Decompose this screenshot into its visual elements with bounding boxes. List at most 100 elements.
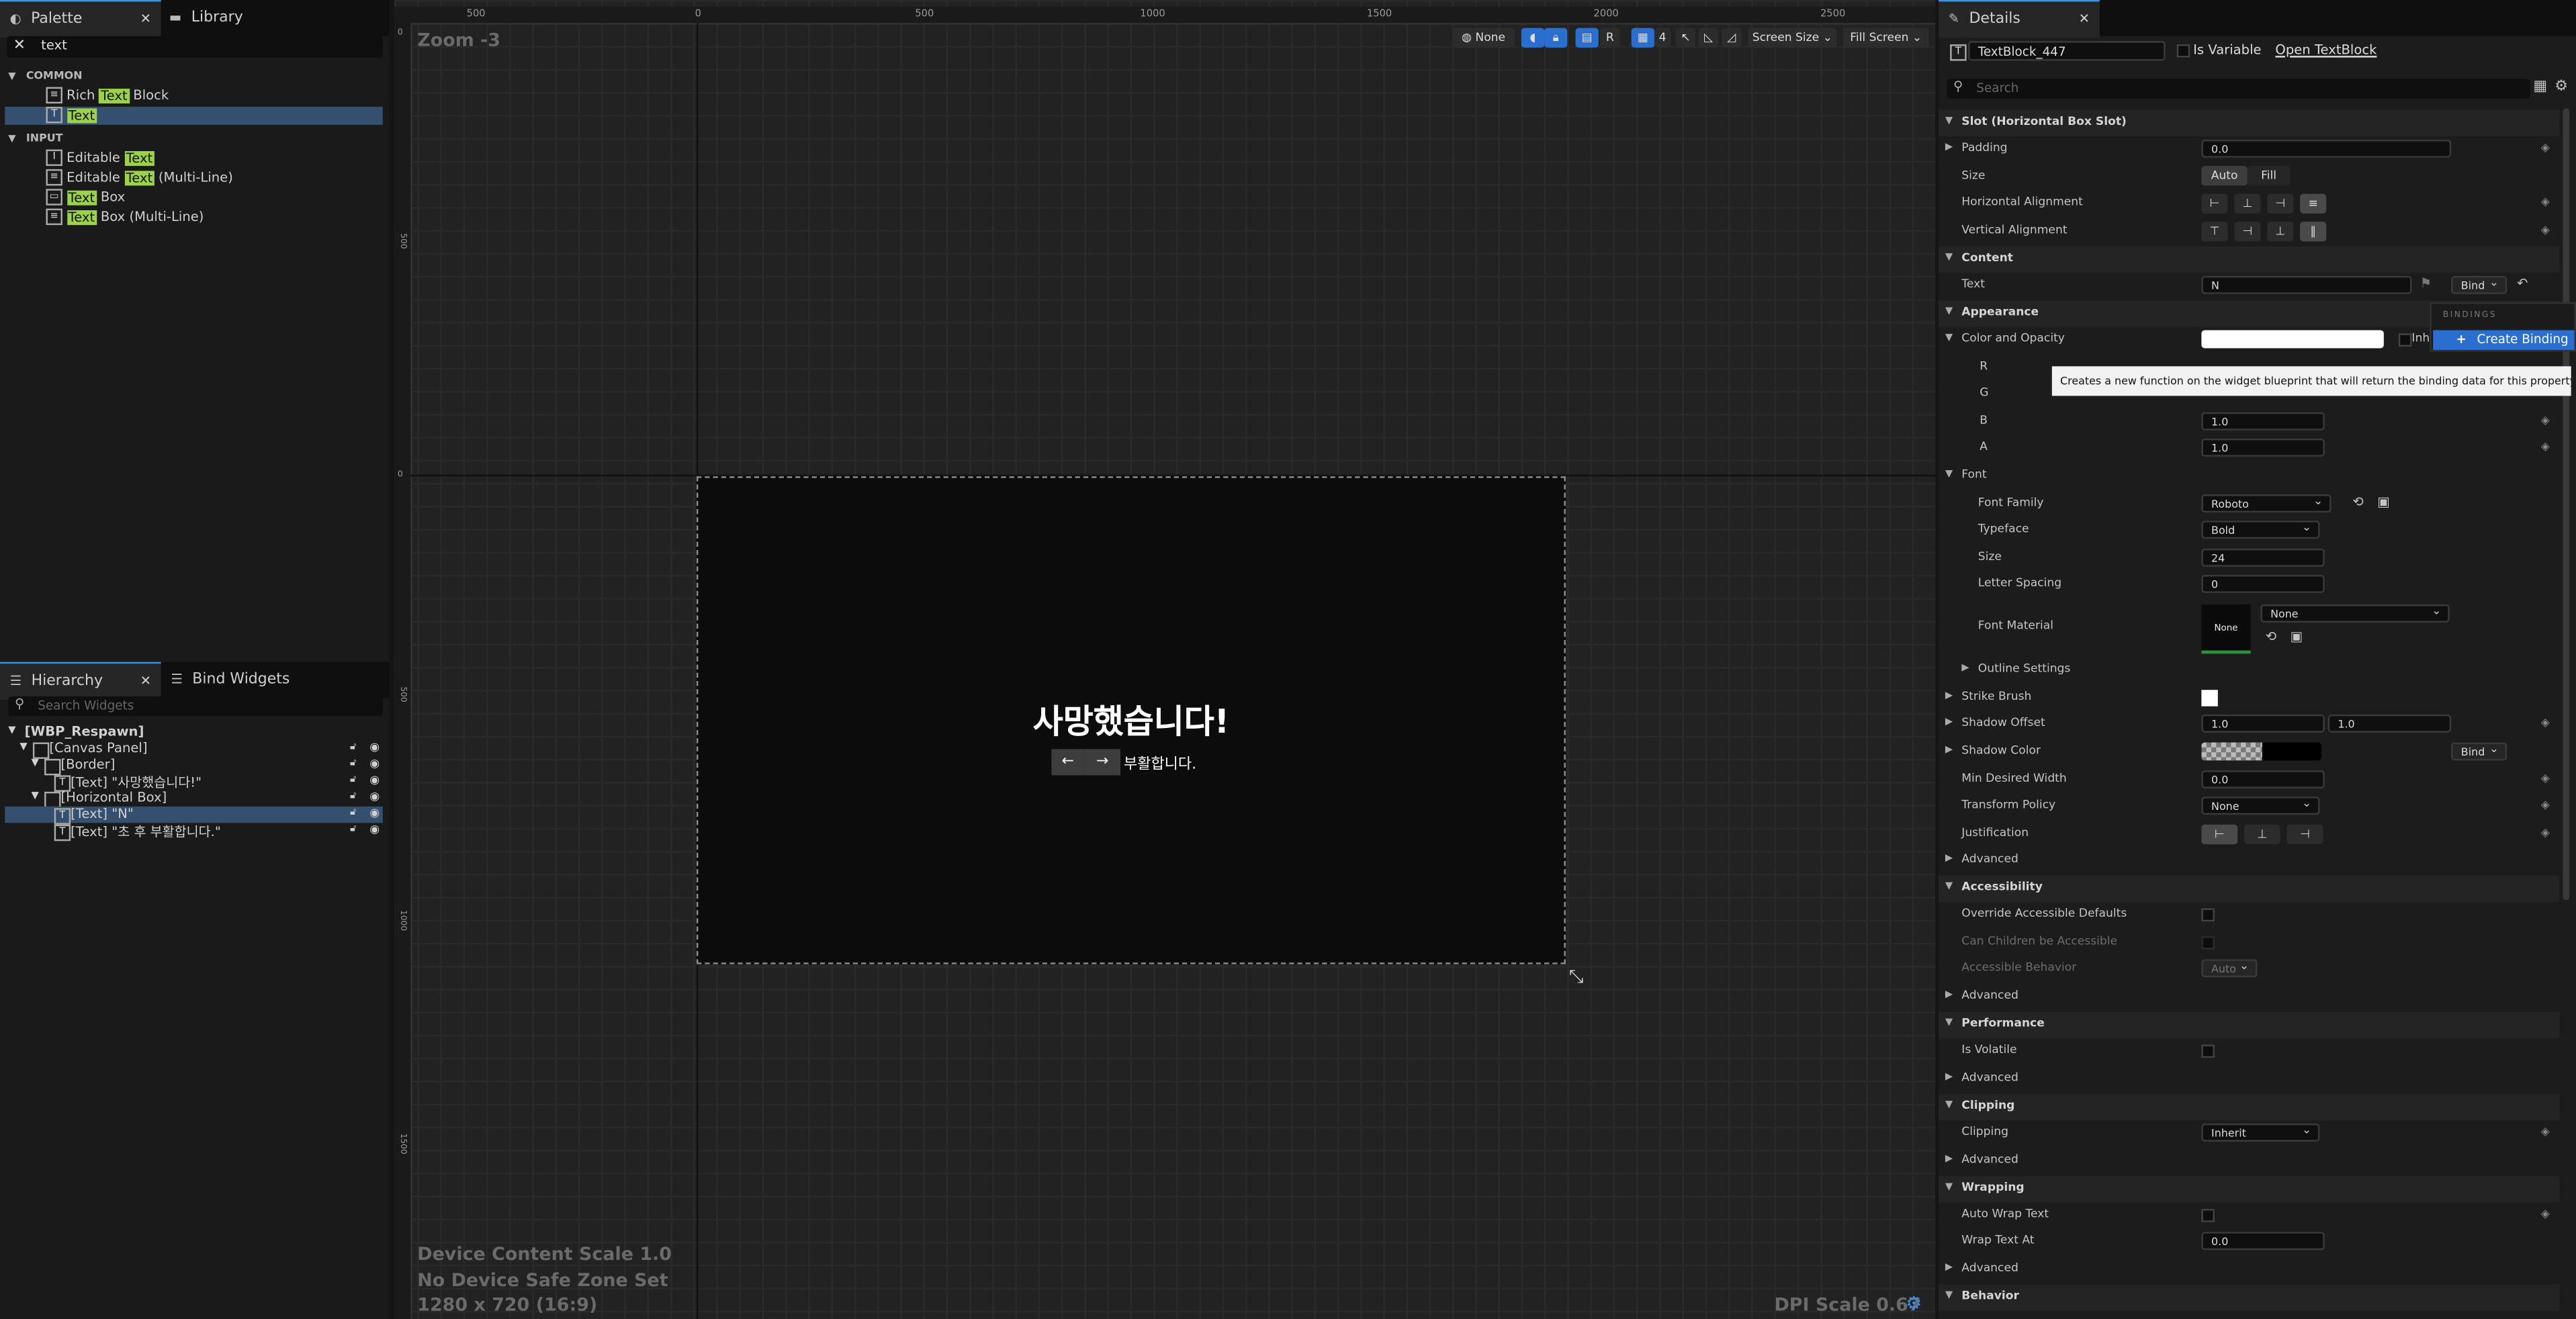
halign-right-button[interactable]: ⊣: [2267, 193, 2294, 214]
palette-search[interactable]: ✕ text: [6, 36, 383, 58]
canvas-title-text[interactable]: 사망했습니다!: [698, 695, 1564, 743]
justify-right-button[interactable]: ⊣: [2286, 824, 2323, 845]
chevron-right-icon[interactable]: ▶: [1945, 852, 1953, 864]
tab-hierarchy[interactable]: ☰ Hierarchy ✕: [0, 662, 161, 700]
eye-icon[interactable]: ◉: [369, 758, 380, 771]
tree-node-text-title[interactable]: T [Text] "사망했습니다!" 🔓︎ ◉: [0, 774, 390, 792]
padding-field[interactable]: 0.0: [2201, 139, 2452, 158]
category-input[interactable]: ▼ INPUT: [0, 128, 390, 148]
browse-icon[interactable]: ⟲: [2266, 629, 2276, 644]
eye-icon[interactable]: ◉: [369, 741, 380, 754]
section-wrapping[interactable]: ▼ Wrapping: [1939, 1176, 2560, 1203]
lock-icon[interactable]: 🔓︎: [350, 758, 357, 771]
valign-bottom-button[interactable]: ⊥: [2267, 222, 2294, 242]
is-variable-checkbox[interactable]: [2176, 44, 2190, 58]
tree-node-canvas[interactable]: ▼ [Canvas Panel] 🔓︎ ◉: [0, 741, 390, 759]
undo-icon[interactable]: ↶: [2517, 276, 2528, 291]
designer-viewport[interactable]: 500 0 500 1000 1500 2000 2500 0 500 0 50…: [394, 0, 1936, 1319]
pin-icon[interactable]: ◈: [2541, 414, 2550, 427]
close-icon[interactable]: ✕: [2079, 1, 2090, 38]
tab-bind-widgets[interactable]: ☰ Bind Widgets: [171, 662, 351, 698]
row-advanced-appearance[interactable]: ▶ Advanced: [1939, 848, 2560, 874]
chevron-right-icon[interactable]: ▶: [1945, 1071, 1953, 1083]
chevron-down-icon[interactable]: ▼: [1945, 468, 1953, 480]
close-icon[interactable]: ✕: [140, 664, 151, 700]
folder-icon[interactable]: ▣: [2290, 629, 2302, 644]
grid-size-button[interactable]: 4: [1654, 28, 1671, 48]
valign-center-button[interactable]: ⊣: [2234, 222, 2261, 242]
is-volatile-checkbox[interactable]: [2201, 1044, 2215, 1058]
widget-canvas-area[interactable]: 사망했습니다! ← → 부활합니다.: [697, 476, 1566, 964]
details-scrollbar[interactable]: [2563, 108, 2570, 901]
bind-dropdown[interactable]: Bind: [2451, 274, 2507, 294]
palette-item-rich-text-block[interactable]: ≡ Rich Text Block: [0, 87, 390, 105]
section-performance[interactable]: ▼ Performance: [1939, 1011, 2560, 1038]
chevron-right-icon[interactable]: ▶: [1945, 141, 1953, 152]
min-width-field[interactable]: 0.0: [2201, 770, 2325, 788]
lock-icon[interactable]: 🔓︎: [350, 774, 357, 787]
transform-policy-dropdown[interactable]: None: [2201, 795, 2320, 815]
letter-spacing-field[interactable]: 0: [2201, 575, 2325, 593]
material-thumbnail[interactable]: None: [2201, 604, 2251, 654]
section-clipping[interactable]: ▼ Clipping: [1939, 1093, 2560, 1121]
localization-preview-button[interactable]: ◍ None: [1452, 28, 1515, 48]
chart-icon[interactable]: ◺: [1698, 28, 1719, 48]
halign-left-button[interactable]: ⊢: [2201, 193, 2228, 214]
size-fill-button[interactable]: Fill: [2247, 166, 2291, 186]
tab-details[interactable]: ✎ Details ✕: [1939, 0, 2100, 38]
details-search[interactable]: ⚲ Search: [1947, 79, 2530, 99]
lock-icon[interactable]: 🔓︎: [350, 807, 357, 820]
inherit-checkbox[interactable]: [2398, 333, 2412, 347]
pin-icon[interactable]: ◈: [2541, 826, 2550, 839]
typeface-dropdown[interactable]: Bold: [2201, 519, 2320, 539]
move-right-button[interactable]: →: [1084, 749, 1121, 776]
font-material-dropdown[interactable]: None: [2260, 603, 2450, 623]
row-advanced-wrapping[interactable]: ▶ Advanced: [1939, 1257, 2560, 1283]
halign-fill-button[interactable]: ≡: [2300, 193, 2327, 214]
strike-brush-swatch[interactable]: [2201, 690, 2218, 707]
palette-item-editable-text-multiline[interactable]: ≡ Editable Text (Multi-Line): [0, 169, 390, 187]
text-value-field[interactable]: N: [2201, 275, 2412, 294]
create-binding-item[interactable]: + Create Binding: [2433, 330, 2575, 350]
details-search-input[interactable]: Search: [1976, 81, 2018, 95]
flag-icon[interactable]: ⚑: [2420, 276, 2432, 291]
move-left-button[interactable]: ←: [1051, 749, 1085, 776]
valign-top-button[interactable]: ⊤: [2201, 222, 2228, 242]
eye-icon[interactable]: ◉: [369, 774, 380, 787]
pin-icon[interactable]: ◈: [2541, 440, 2550, 453]
font-family-dropdown[interactable]: Roboto: [2201, 493, 2331, 513]
tab-library[interactable]: ▬ Library: [169, 0, 317, 36]
category-common[interactable]: ▼ COMMON: [0, 66, 390, 85]
folder-icon[interactable]: ▣: [2377, 494, 2389, 509]
tree-node-text-respawn[interactable]: T [Text] "초 후 부활합니다." 🔓︎ ◉: [0, 823, 390, 842]
open-textblock-link[interactable]: Open TextBlock: [2275, 43, 2377, 58]
tree-node-text-n[interactable]: T [Text] "N" 🔓︎ ◉: [5, 806, 383, 825]
chevron-right-icon[interactable]: ▶: [1945, 744, 1953, 756]
halign-center-button[interactable]: ⊥: [2234, 193, 2261, 214]
lock-icon[interactable]: 🔓︎: [350, 823, 357, 836]
tree-node-horizontal-box[interactable]: ▼ [Horizontal Box] 🔓︎ ◉: [0, 790, 390, 809]
palette-item-text-box-multiline[interactable]: ≡ Text Box (Multi-Line): [0, 208, 390, 227]
section-slot[interactable]: ▼ Slot (Horizontal Box Slot): [1939, 109, 2560, 137]
resize-handle-icon[interactable]: ⤡: [1569, 966, 1584, 989]
screen-size-dropdown[interactable]: Screen Size ⌄: [1748, 28, 1837, 48]
widget-name-field[interactable]: TextBlock_447: [1968, 41, 2166, 61]
section-content[interactable]: ▼ Content: [1939, 246, 2560, 273]
valign-fill-button[interactable]: ‖: [2300, 222, 2327, 242]
override-checkbox[interactable]: [2201, 908, 2215, 922]
ruler-icon[interactable]: ◿: [1722, 28, 1742, 48]
browse-icon[interactable]: ⟲: [2352, 494, 2363, 509]
tree-node-root[interactable]: ▼ [WBP_Respawn]: [0, 725, 390, 741]
size-auto-button[interactable]: Auto: [2201, 166, 2248, 186]
b-value-field[interactable]: 1.0: [2201, 412, 2325, 430]
font-size-field[interactable]: 24: [2201, 548, 2325, 567]
canvas-sub-text[interactable]: 부활합니다.: [1124, 752, 1196, 774]
hierarchy-search-input[interactable]: Search Widgets: [38, 698, 134, 713]
clipping-dropdown[interactable]: Inherit: [2201, 1122, 2320, 1142]
chevron-right-icon[interactable]: ▶: [1961, 662, 1969, 674]
lock-icon[interactable]: 🔓︎: [350, 790, 357, 803]
shadow-color-swatch[interactable]: [2201, 742, 2321, 761]
pin-icon[interactable]: ◈: [2541, 772, 2550, 786]
wrap-at-field[interactable]: 0.0: [2201, 1232, 2325, 1250]
lock-toggle-button[interactable]: 🔒︎: [1544, 28, 1568, 48]
